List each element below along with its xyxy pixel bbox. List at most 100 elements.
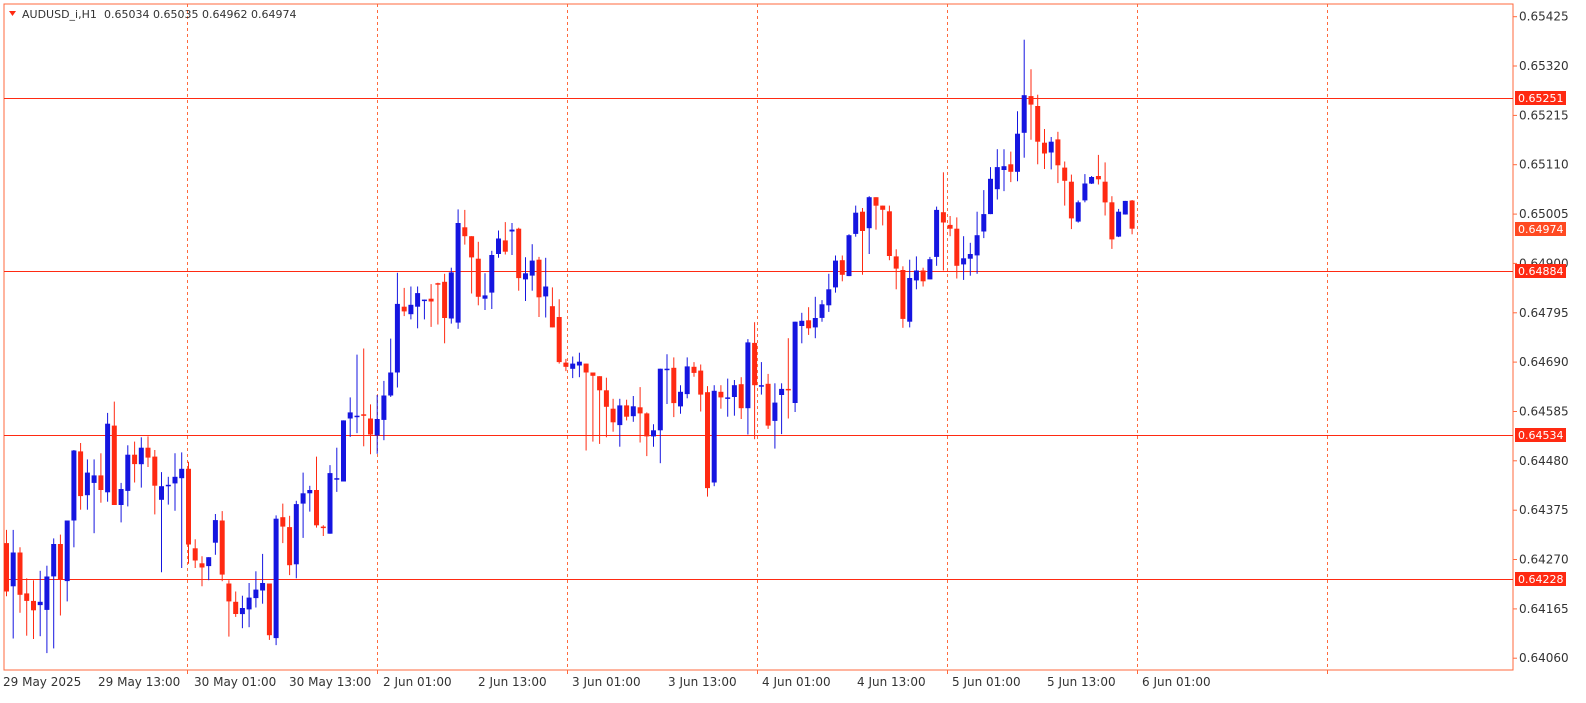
candle-body <box>496 238 501 254</box>
candle <box>327 465 333 534</box>
candle-body <box>1055 139 1061 166</box>
candle <box>125 445 131 507</box>
candle <box>765 373 771 429</box>
candle-body <box>731 385 737 397</box>
chart-window[interactable]: 0.65425 0.65320 0.65215 0.65110 0.65005 0.649… <box>0 0 1586 703</box>
candle-body <box>516 228 522 279</box>
y-axis-tick-label: 0.64585 <box>1519 405 1569 419</box>
candle <box>1075 200 1081 223</box>
candle <box>138 437 144 488</box>
candle <box>1116 208 1122 238</box>
plot-frame <box>3 3 1514 671</box>
candlestick-chart[interactable]: 0.65425 0.65320 0.65215 0.65110 0.65005 0.649… <box>0 0 1586 703</box>
candle <box>536 256 542 317</box>
candle <box>1001 149 1007 192</box>
candle-body <box>603 390 609 407</box>
candle-body <box>974 235 980 256</box>
candle-body <box>327 473 333 534</box>
candle-body <box>31 600 36 611</box>
candle <box>583 363 589 451</box>
y-axis-tick-label: 0.64795 <box>1519 306 1569 320</box>
axes-layer: 0.65425 0.65320 0.65215 0.65110 0.65005 0.649… <box>3 10 1569 689</box>
candle <box>1008 151 1014 183</box>
candle <box>1095 154 1101 185</box>
candle <box>10 529 16 639</box>
candle <box>118 482 124 523</box>
candle <box>469 236 475 294</box>
candle-body <box>839 260 845 275</box>
candle-body <box>826 289 832 306</box>
candle-body <box>307 490 313 494</box>
candle <box>1109 196 1115 249</box>
candle-body <box>711 390 717 483</box>
candle-body <box>563 362 569 367</box>
candle-body <box>637 407 643 414</box>
candle-body <box>812 318 818 328</box>
candle <box>853 205 859 237</box>
candle-body <box>435 283 441 285</box>
candle <box>132 441 138 483</box>
candle <box>448 267 454 324</box>
candle-body <box>381 395 387 420</box>
candle-body <box>1082 183 1088 201</box>
candle <box>725 378 731 417</box>
candle-body <box>954 228 960 266</box>
candle <box>624 399 630 421</box>
candle <box>266 583 272 640</box>
candle <box>293 500 299 579</box>
candle <box>833 255 838 293</box>
candle <box>617 398 623 447</box>
level-price-tag-label: 0.64534 <box>1518 429 1564 442</box>
candle-body <box>523 273 528 280</box>
candle-body <box>394 303 400 373</box>
candle-body <box>1008 164 1014 172</box>
candle <box>442 273 448 344</box>
candle <box>738 377 744 419</box>
candle-body <box>691 366 697 373</box>
candle-body <box>678 391 683 407</box>
candle <box>71 450 77 548</box>
candle <box>644 412 650 457</box>
y-axis-tick-label: 0.65215 <box>1519 108 1569 122</box>
x-axis-tick-label: 4 Jun 13:00 <box>857 675 926 689</box>
candle-body <box>536 259 542 298</box>
candle-body <box>583 363 589 373</box>
candle-body <box>1042 142 1047 154</box>
candle-body <box>772 402 778 421</box>
candle <box>455 209 461 329</box>
candle-body <box>462 227 468 237</box>
x-axis-tick-label: 3 Jun 01:00 <box>572 675 641 689</box>
candle-body <box>961 258 967 265</box>
candle <box>374 395 380 454</box>
candle <box>159 472 164 573</box>
candle-body <box>98 475 104 490</box>
candle <box>1082 174 1088 203</box>
candle-body <box>320 526 326 529</box>
candle <box>489 250 495 309</box>
x-axis-tick-label: 29 May 13:00 <box>98 675 180 689</box>
candle-body <box>118 489 124 505</box>
candle-body <box>705 392 710 489</box>
candle-body <box>644 413 650 437</box>
dropdown-triangle-icon[interactable] <box>9 11 16 16</box>
candle-body <box>219 520 225 575</box>
candle-body <box>1075 202 1081 222</box>
candle <box>927 256 933 280</box>
candle-body <box>900 270 906 319</box>
candle <box>603 377 609 438</box>
candle-body <box>792 321 798 403</box>
candle <box>684 357 690 399</box>
candle <box>17 547 23 613</box>
candle <box>886 205 892 261</box>
level-price-tag-label: 0.64228 <box>1518 573 1564 586</box>
candle <box>381 380 387 441</box>
candle-body <box>421 299 427 302</box>
candle-body <box>920 270 926 282</box>
candles-layer <box>4 39 1135 654</box>
x-axis-tick-label: 6 Jun 01:00 <box>1142 675 1211 689</box>
candle-body <box>981 214 987 232</box>
y-axis-tick-label: 0.64690 <box>1519 355 1569 369</box>
candle <box>51 538 57 649</box>
candle-body <box>361 414 367 416</box>
candle <box>334 447 340 492</box>
